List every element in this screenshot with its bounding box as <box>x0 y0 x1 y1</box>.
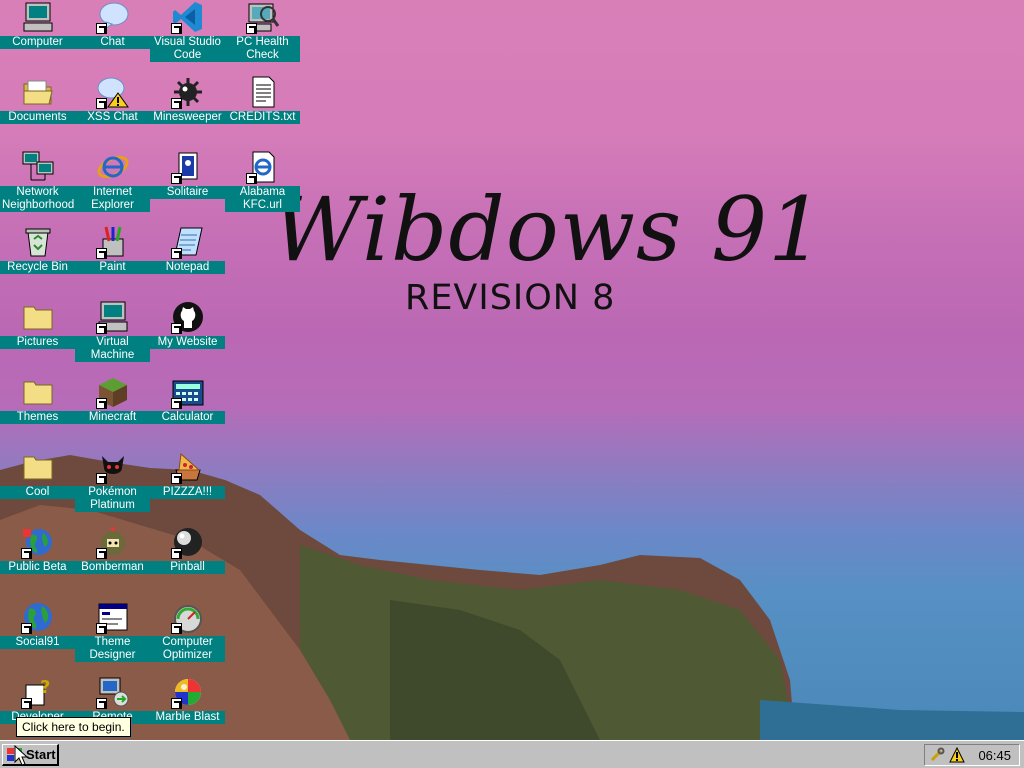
start-button[interactable]: Start <box>2 744 59 766</box>
start-tooltip: Click here to begin. <box>16 717 131 737</box>
desktop-icon-network-neighborhood[interactable]: Network Neighborhood <box>0 150 75 224</box>
tools-icon[interactable] <box>929 747 945 763</box>
paint-icon <box>95 225 130 259</box>
clock[interactable]: 06:45 <box>978 748 1011 763</box>
desktop-icon-pizzza[interactable]: PIZZZA!!! <box>150 450 225 524</box>
desktop-icon-alabama-kfc-url[interactable]: Alabama KFC.url <box>225 150 300 224</box>
svg-text:?: ? <box>40 677 50 698</box>
xss-chat-icon <box>95 75 130 109</box>
wallpaper-subtitle: REVISION 8 <box>405 278 616 318</box>
desktop-icon-my-website[interactable]: My Website <box>150 300 225 374</box>
desktop-icon-virtual-machine[interactable]: Virtual Machine <box>75 300 150 374</box>
desktop-icon-recycle-bin[interactable]: Recycle Bin <box>0 225 75 299</box>
pc-health-icon <box>245 0 280 34</box>
globe-social-icon <box>20 600 55 634</box>
text-file-icon <box>246 75 280 109</box>
system-tray: 06:45 <box>924 744 1020 766</box>
desktop-icon-paint[interactable]: Paint <box>75 225 150 299</box>
mine-icon <box>170 75 205 109</box>
bomberman-icon <box>95 525 130 559</box>
desktop-icon-pokemon-platinum[interactable]: Pokémon Platinum <box>75 450 150 524</box>
network-icon <box>21 150 55 184</box>
desktop-icon-chat[interactable]: Chat <box>75 0 150 74</box>
solitaire-icon <box>170 150 205 184</box>
desktop-icon-calculator[interactable]: Calculator <box>150 375 225 449</box>
folder-icon <box>21 450 55 484</box>
desktop-icon-notepad[interactable]: Notepad <box>150 225 225 299</box>
vscode-icon <box>170 0 205 34</box>
desktop-icon-documents[interactable]: Documents <box>0 75 75 149</box>
ie-url-icon <box>245 150 280 184</box>
desktop-icon-computer[interactable]: Computer <box>0 0 75 74</box>
help-doc-icon: ? <box>20 675 55 709</box>
desktop-icon-pinball[interactable]: Pinball <box>150 525 225 599</box>
desktop-icon-public-beta[interactable]: Public Beta <box>0 525 75 599</box>
desktop-icon-computer-optimizer[interactable]: Computer Optimizer <box>150 600 225 674</box>
desktop-icon-cool[interactable]: Cool <box>0 450 75 524</box>
desktop-icon-internet-explorer[interactable]: Internet Explorer <box>75 150 150 224</box>
wallpaper-title: Wibdows 91 <box>272 178 826 281</box>
notepad-icon <box>170 225 205 259</box>
desktop-icon-credits-txt[interactable]: CREDITS.txt <box>225 75 300 149</box>
warning-icon[interactable] <box>949 747 965 763</box>
window-icon <box>95 600 130 634</box>
desktop-icon-solitaire[interactable]: Solitaire <box>150 150 225 224</box>
mouse-cursor-icon <box>14 745 29 766</box>
desktop-icon-theme-designer[interactable]: Theme Designer <box>75 600 150 674</box>
desktop-icon-bomberman[interactable]: Bomberman <box>75 525 150 599</box>
github-icon <box>170 300 205 334</box>
globe-icon <box>20 525 55 559</box>
desktop-icon-vscode[interactable]: Visual Studio Code <box>150 0 225 74</box>
chat-bubble-icon <box>95 0 130 34</box>
desktop-icon-minesweeper[interactable]: Minesweeper <box>150 75 225 149</box>
computer-icon <box>21 0 55 34</box>
folder-icon <box>21 375 55 409</box>
desktop-icon-minecraft[interactable]: Minecraft <box>75 375 150 449</box>
desktop-icon-pc-health-check[interactable]: PC Health Check <box>225 0 300 74</box>
desktop: Wibdows 91 REVISION 8 Computer Chat Visu… <box>0 0 1024 740</box>
start-button-label: Start <box>26 747 56 762</box>
remote-icon <box>95 675 130 709</box>
gauge-icon <box>170 600 205 634</box>
marble-icon <box>170 675 205 709</box>
folder-icon <box>21 300 55 334</box>
recycle-bin-icon <box>21 225 55 259</box>
desktop-icon-marble-blast[interactable]: Marble Blast <box>150 675 225 740</box>
desktop-icon-social91[interactable]: Social91 <box>0 600 75 674</box>
desktop-icon-xss-chat[interactable]: XSS Chat <box>75 75 150 149</box>
vm-icon <box>95 300 130 334</box>
taskbar: Start 06:45 <box>0 740 1024 768</box>
ie-icon <box>96 150 130 184</box>
desktop-icon-pictures[interactable]: Pictures <box>0 300 75 374</box>
pizza-icon <box>170 450 205 484</box>
pinball-icon <box>170 525 205 559</box>
pokemon-icon <box>95 450 130 484</box>
desktop-icon-themes[interactable]: Themes <box>0 375 75 449</box>
minecraft-icon <box>95 375 130 409</box>
calculator-icon <box>170 375 205 409</box>
folder-open-icon <box>21 75 55 109</box>
